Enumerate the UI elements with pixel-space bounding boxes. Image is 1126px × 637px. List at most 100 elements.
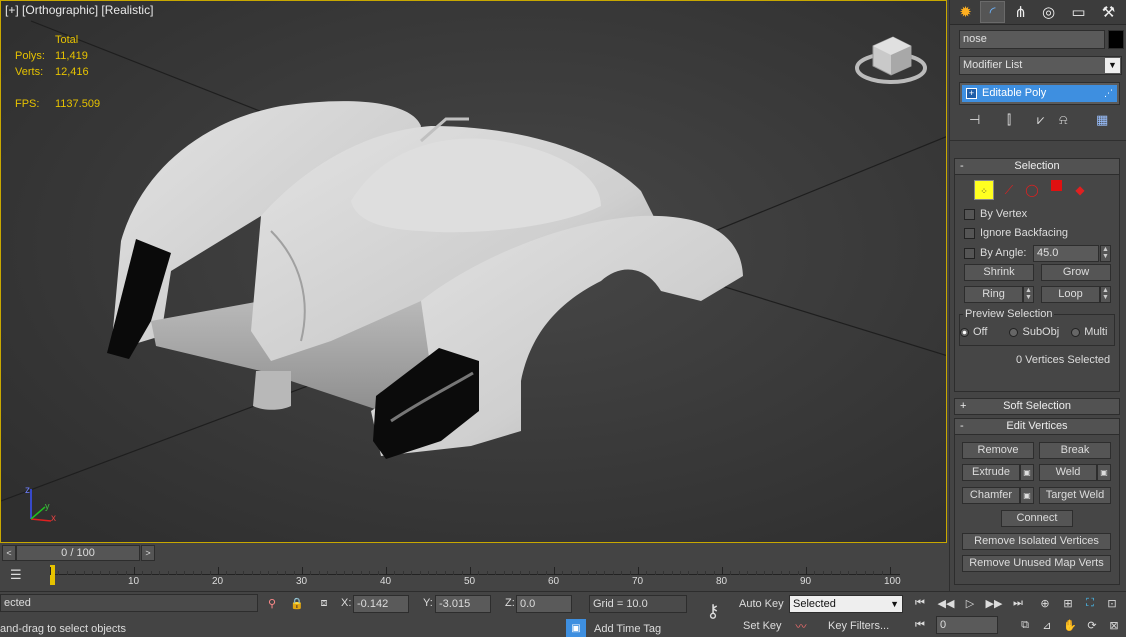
motion-icon[interactable]: ◎ bbox=[1036, 1, 1061, 23]
ruler-minor-tick bbox=[167, 571, 169, 575]
orbit-icon[interactable]: ⟳ bbox=[1082, 616, 1102, 634]
weld-button[interactable]: Weld bbox=[1039, 464, 1097, 481]
viewport[interactable]: z x y [+] [Orthographic] [Realistic] Tot… bbox=[0, 0, 947, 543]
transform-mode-icon[interactable]: ⧈ bbox=[314, 594, 334, 612]
hierarchy-icon[interactable]: ⋔ bbox=[1008, 1, 1033, 23]
ruler-tick bbox=[554, 567, 555, 575]
lock-icon[interactable]: 🔒 bbox=[287, 594, 307, 612]
break-button[interactable]: Break bbox=[1039, 442, 1111, 459]
weld-settings-icon[interactable]: ▣ bbox=[1097, 464, 1111, 481]
ruler-tick bbox=[50, 567, 51, 575]
viewport-scene[interactable]: z x y bbox=[1, 1, 947, 543]
time-tag-icon[interactable]: ▣ bbox=[566, 619, 586, 637]
preview-off-radio[interactable]: Off bbox=[960, 326, 987, 338]
go-to-start-icon[interactable]: ⏮ bbox=[910, 594, 930, 612]
grow-button[interactable]: Grow bbox=[1041, 264, 1111, 281]
create-icon[interactable]: ✹ bbox=[953, 1, 978, 23]
y-coordinate-input[interactable]: -3.015 bbox=[435, 595, 491, 613]
selection-rollout-header[interactable]: - Selection bbox=[954, 158, 1120, 175]
vertex-level-icon[interactable]: ⁘ bbox=[974, 180, 994, 200]
edit-vertices-rollout-header[interactable]: - Edit Vertices bbox=[954, 418, 1120, 435]
key-curve-icon[interactable]: 〰 bbox=[791, 617, 811, 635]
set-key-button[interactable]: Set Key bbox=[743, 620, 782, 632]
curve-editor-icon[interactable]: ☰ bbox=[10, 567, 22, 583]
modifier-stack[interactable]: + Editable Poly ⋰ bbox=[959, 82, 1120, 105]
x-coordinate-input[interactable]: -0.142 bbox=[353, 595, 409, 613]
extrude-settings-icon[interactable]: ▣ bbox=[1020, 464, 1034, 481]
make-unique-icon[interactable]: ⩗ bbox=[1037, 112, 1044, 128]
remove-modifier-icon[interactable]: ⍾ bbox=[1059, 112, 1068, 128]
loop-spinner[interactable]: ▲ ▼ bbox=[1100, 286, 1111, 303]
ruler-minor-tick bbox=[125, 571, 127, 575]
chamfer-settings-icon[interactable]: ▣ bbox=[1020, 487, 1034, 504]
prev-frame-button[interactable]: < bbox=[2, 545, 16, 561]
auto-key-button[interactable]: Auto Key bbox=[739, 598, 784, 610]
edge-level-icon[interactable]: ⟋ bbox=[999, 180, 1019, 200]
shrink-button[interactable]: Shrink bbox=[964, 264, 1034, 281]
pin-stack-icon[interactable]: ⊣ bbox=[969, 112, 980, 128]
by-angle-checkbox[interactable]: By Angle: bbox=[964, 247, 1026, 259]
display-icon[interactable]: ▭ bbox=[1066, 1, 1091, 23]
show-end-result-icon[interactable]: ⫿ bbox=[1007, 112, 1011, 128]
remove-button[interactable]: Remove bbox=[962, 442, 1034, 459]
ruler-minor-tick bbox=[276, 571, 278, 575]
key-icon[interactable]: ⚷ bbox=[700, 601, 726, 621]
key-filters-button[interactable]: Key Filters... bbox=[828, 620, 889, 632]
ignore-backfacing-checkbox[interactable]: Ignore Backfacing bbox=[964, 227, 1068, 239]
object-color-swatch[interactable] bbox=[1108, 30, 1124, 49]
object-name-input[interactable]: nose bbox=[959, 30, 1105, 49]
time-ruler[interactable]: 10 20 30 40 50 60 70 80 90 100 bbox=[50, 565, 910, 589]
ring-button[interactable]: Ring bbox=[964, 286, 1023, 303]
remove-unused-map-verts-button[interactable]: Remove Unused Map Verts bbox=[962, 555, 1111, 572]
zoom-icon[interactable]: ⊕ bbox=[1035, 594, 1055, 612]
viewport-view-menu[interactable]: [Orthographic] bbox=[22, 3, 98, 17]
expand-icon[interactable]: + bbox=[966, 88, 977, 99]
pan-icon[interactable]: ✋ bbox=[1060, 616, 1080, 634]
time-config-icon[interactable]: ⧉ bbox=[1015, 616, 1035, 634]
current-frame-input[interactable]: 0 bbox=[936, 616, 998, 634]
key-mode-toggle-icon[interactable]: ⏮ bbox=[910, 616, 930, 634]
ruler-minor-tick bbox=[646, 571, 648, 575]
axis-z-label: z bbox=[25, 485, 30, 496]
z-coordinate-input[interactable]: 0.0 bbox=[516, 595, 572, 613]
maximize-viewport-icon[interactable]: ⊠ bbox=[1104, 616, 1124, 634]
target-weld-button[interactable]: Target Weld bbox=[1039, 487, 1111, 504]
play-icon[interactable]: ▷ bbox=[960, 594, 980, 612]
ring-spinner[interactable]: ▲ ▼ bbox=[1023, 286, 1034, 303]
field-of-view-icon[interactable]: ⊿ bbox=[1037, 616, 1057, 634]
isolate-icon[interactable]: ⚲ bbox=[262, 594, 282, 612]
preview-subobj-radio[interactable]: SubObj bbox=[1009, 326, 1059, 338]
loop-button[interactable]: Loop bbox=[1041, 286, 1100, 303]
viewport-shading-menu[interactable]: [Realistic] bbox=[101, 3, 153, 17]
polygon-level-icon[interactable] bbox=[1046, 180, 1066, 200]
configure-sets-icon[interactable]: ▦ bbox=[1096, 112, 1108, 128]
zoom-all-icon[interactable]: ⊞ bbox=[1058, 594, 1078, 612]
by-vertex-checkbox[interactable]: By Vertex bbox=[964, 208, 1027, 220]
chamfer-button[interactable]: Chamfer bbox=[962, 487, 1020, 504]
soft-selection-rollout-header[interactable]: + Soft Selection bbox=[954, 398, 1120, 415]
collapse-icon: - bbox=[960, 160, 964, 172]
go-to-end-icon[interactable]: ⏭ bbox=[1008, 594, 1028, 612]
time-slider[interactable]: 0 / 100 bbox=[16, 545, 140, 561]
extrude-button[interactable]: Extrude bbox=[962, 464, 1020, 481]
next-frame-button[interactable]: > bbox=[141, 545, 155, 561]
next-frame-icon[interactable]: ▶▶ bbox=[984, 594, 1004, 612]
element-level-icon[interactable]: ◆ bbox=[1070, 180, 1090, 200]
angle-input[interactable]: 45.0 bbox=[1033, 245, 1099, 262]
border-level-icon[interactable]: ◯ bbox=[1022, 180, 1042, 200]
angle-spinner[interactable]: ▲ ▼ bbox=[1100, 245, 1111, 262]
stack-item-editable-poly[interactable]: + Editable Poly ⋰ bbox=[962, 85, 1117, 102]
preview-multi-radio[interactable]: Multi bbox=[1071, 326, 1107, 338]
modify-icon[interactable]: ◜ bbox=[980, 1, 1005, 23]
key-mode-dropdown[interactable]: Selected ▼ bbox=[789, 595, 903, 613]
connect-button[interactable]: Connect bbox=[1001, 510, 1073, 527]
previous-frame-icon[interactable]: ◀◀ bbox=[936, 594, 956, 612]
zoom-extents-all-icon[interactable]: ⊡ bbox=[1102, 594, 1122, 612]
zoom-extents-icon[interactable]: ⛶ bbox=[1080, 594, 1100, 612]
modifier-list-dropdown[interactable]: Modifier List ▼ bbox=[959, 56, 1122, 75]
add-time-tag-button[interactable]: Add Time Tag bbox=[594, 623, 661, 635]
remove-isolated-vertices-button[interactable]: Remove Isolated Vertices bbox=[962, 533, 1111, 550]
utilities-icon[interactable]: ⚒ bbox=[1096, 1, 1121, 23]
command-panel-tabs: ✹ ◜ ⋔ ◎ ▭ ⚒ bbox=[950, 0, 1126, 25]
viewport-menu-plus[interactable]: [+] bbox=[5, 3, 19, 17]
